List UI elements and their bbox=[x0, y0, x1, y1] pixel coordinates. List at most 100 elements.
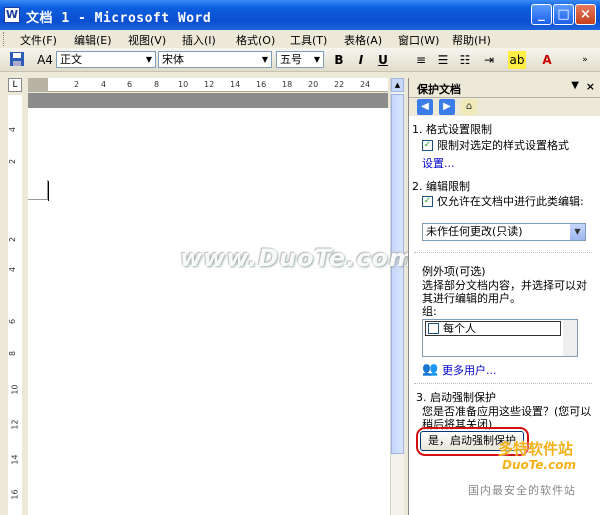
menu-file[interactable]: 文件(F) bbox=[20, 32, 57, 48]
styles-and-formatting-icon[interactable]: A4 bbox=[36, 51, 54, 69]
home-icon[interactable]: ⌂ bbox=[461, 99, 477, 115]
menu-grip[interactable] bbox=[3, 32, 6, 46]
watermark-site-cn: 多特软件站 bbox=[498, 440, 574, 458]
maximize-button[interactable]: □ bbox=[553, 4, 574, 25]
editing-restriction-checkbox[interactable]: ✓ bbox=[422, 196, 433, 207]
groups-listbox[interactable]: 每个人 bbox=[422, 319, 578, 357]
chevron-down-icon[interactable]: ▼ bbox=[259, 52, 271, 67]
pane-navigation: ◀ ▶ ⌂ bbox=[409, 98, 600, 116]
vruler-tick: 2 bbox=[8, 236, 18, 243]
more-users-link[interactable]: 更多用户... bbox=[442, 364, 497, 377]
minimize-button[interactable]: _ bbox=[531, 4, 552, 25]
horizontal-ruler[interactable]: 2 4 6 8 10 12 14 16 18 20 22 24 bbox=[28, 78, 388, 92]
style-combo-value: 正文 bbox=[60, 53, 82, 66]
groups-label: 组: bbox=[422, 305, 437, 318]
vruler-tick: 10 bbox=[10, 384, 20, 395]
menu-view[interactable]: 视图(V) bbox=[128, 32, 166, 48]
editing-type-select[interactable]: 未作任何更改(只读) ▼ bbox=[422, 223, 586, 241]
chevron-down-icon[interactable]: ▼ bbox=[311, 52, 323, 67]
ruler-tick: 18 bbox=[282, 80, 293, 89]
font-size-combo[interactable]: 五号 ▼ bbox=[276, 51, 324, 68]
pane-close-icon[interactable]: × bbox=[586, 80, 595, 93]
italic-button[interactable]: I bbox=[352, 51, 370, 69]
font-combo[interactable]: 宋体 ▼ bbox=[158, 51, 272, 68]
forward-icon[interactable]: ▶ bbox=[439, 99, 455, 115]
vruler-tick: 4 bbox=[8, 266, 18, 273]
watermark-slogan: 国内最安全的软件站 bbox=[468, 484, 576, 497]
margin-corner-mark bbox=[28, 180, 48, 200]
close-button[interactable]: × bbox=[575, 4, 596, 25]
ruler-tick: 10 bbox=[178, 80, 189, 89]
exceptions-title: 例外项(可选) bbox=[422, 265, 486, 278]
menu-window[interactable]: 窗口(W) bbox=[398, 32, 439, 48]
font-color-icon[interactable]: A bbox=[538, 51, 556, 69]
vertical-scrollbar[interactable]: ▲ bbox=[390, 78, 404, 515]
title-bar: W 文档 1 - Microsoft Word _ □ × bbox=[0, 0, 600, 30]
listbox-scrollbar[interactable] bbox=[563, 320, 577, 356]
menu-insert[interactable]: 插入(I) bbox=[182, 32, 216, 48]
menu-bar: 文件(F) 编辑(E) 视图(V) 插入(I) 格式(O) 工具(T) 表格(A… bbox=[0, 30, 600, 48]
word-app-icon[interactable]: W bbox=[4, 7, 20, 23]
section-enforce-title: 3. 启动强制保护 bbox=[416, 391, 496, 404]
ruler-tick: 12 bbox=[204, 80, 215, 89]
ruler-tick: 22 bbox=[334, 80, 345, 89]
increase-indent-icon[interactable]: ⇥ bbox=[480, 51, 498, 69]
numbering-icon[interactable]: ☰ bbox=[434, 51, 452, 69]
tab-selector[interactable]: L bbox=[8, 78, 22, 92]
scroll-up-icon[interactable]: ▲ bbox=[391, 78, 404, 92]
font-combo-value: 宋体 bbox=[162, 53, 184, 66]
underline-button[interactable]: U bbox=[374, 51, 392, 69]
ruler-tick: 14 bbox=[230, 80, 241, 89]
formatting-toolbar: A4 正文 ▼ 宋体 ▼ 五号 ▼ B I U ≡ ☰ ☷ ⇥ ab A » bbox=[0, 48, 600, 72]
back-icon[interactable]: ◀ bbox=[417, 99, 433, 115]
bold-button[interactable]: B bbox=[330, 51, 348, 69]
ruler-tick: 20 bbox=[308, 80, 319, 89]
formatting-settings-link[interactable]: 设置... bbox=[422, 157, 455, 170]
window-title: 文档 1 - Microsoft Word bbox=[26, 11, 212, 26]
ruler-tick: 16 bbox=[256, 80, 267, 89]
ruler-tick: 24 bbox=[360, 80, 371, 89]
save-icon[interactable] bbox=[8, 51, 26, 69]
chevron-down-icon[interactable]: ▼ bbox=[143, 52, 155, 67]
align-justify-icon[interactable]: ≡ bbox=[412, 51, 430, 69]
menu-tools[interactable]: 工具(T) bbox=[290, 32, 327, 48]
style-combo[interactable]: 正文 ▼ bbox=[56, 51, 156, 68]
menu-table[interactable]: 表格(A) bbox=[344, 32, 382, 48]
formatting-restriction-label: 限制对选定的样式设置格式 bbox=[437, 139, 569, 152]
menu-format[interactable]: 格式(O) bbox=[236, 32, 275, 48]
divider bbox=[414, 252, 592, 253]
formatting-restriction-checkbox[interactable]: ✓ bbox=[422, 140, 433, 151]
watermark-text: www.DuoTe.com bbox=[180, 244, 415, 272]
editing-type-value: 未作任何更改(只读) bbox=[426, 225, 523, 238]
text-cursor bbox=[48, 181, 49, 201]
exceptions-description: 选择部分文档内容，并选择可以对其进行编辑的用户。 bbox=[422, 279, 587, 305]
vruler-tick: 8 bbox=[8, 350, 18, 357]
vruler-tick: 16 bbox=[10, 489, 20, 500]
menu-help[interactable]: 帮助(H) bbox=[452, 32, 491, 48]
vruler-tick: 14 bbox=[10, 454, 20, 465]
pane-header: 保护文档 ▼ × bbox=[409, 78, 600, 98]
vruler-tick: 4 bbox=[8, 126, 18, 133]
watermark-site-en: DuoTe.com bbox=[502, 458, 576, 472]
group-entry-everyone[interactable]: 每个人 bbox=[425, 321, 561, 336]
everyone-checkbox[interactable] bbox=[428, 323, 439, 334]
bullets-icon[interactable]: ☷ bbox=[456, 51, 474, 69]
scroll-thumb[interactable] bbox=[391, 94, 404, 454]
section-formatting-title: 1. 格式设置限制 bbox=[412, 123, 492, 136]
vruler-tick: 12 bbox=[10, 419, 20, 430]
font-size-value: 五号 bbox=[280, 53, 302, 66]
ruler-tick: 4 bbox=[101, 80, 107, 89]
divider bbox=[414, 383, 592, 384]
pane-menu-icon[interactable]: ▼ bbox=[571, 80, 579, 91]
vertical-ruler[interactable]: 4 2 2 4 6 8 10 12 14 16 bbox=[8, 95, 22, 515]
ruler-tick: 6 bbox=[127, 80, 133, 89]
menu-edit[interactable]: 编辑(E) bbox=[74, 32, 112, 48]
ruler-margin bbox=[28, 78, 48, 92]
chevron-down-icon[interactable]: ▼ bbox=[570, 224, 585, 240]
ruler-indent-bar bbox=[28, 93, 388, 108]
highlight-icon[interactable]: ab bbox=[508, 51, 526, 69]
document-page[interactable] bbox=[28, 108, 390, 515]
toolbar-options-icon[interactable]: » bbox=[576, 51, 594, 69]
pane-title: 保护文档 bbox=[417, 83, 461, 96]
section-editing-title: 2. 编辑限制 bbox=[412, 180, 470, 193]
